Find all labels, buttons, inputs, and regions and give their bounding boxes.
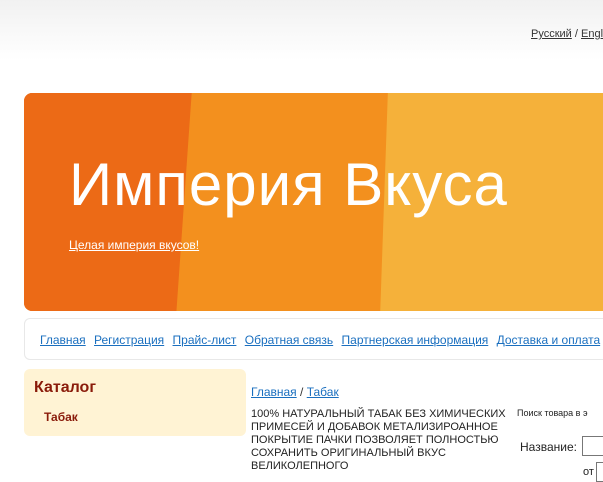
breadcrumb-separator: / <box>300 385 304 399</box>
nav-feedback[interactable]: Обратная связь <box>245 333 333 347</box>
search-from-input[interactable] <box>596 462 603 482</box>
product-description: 100% НАТУРАЛЬНЫЙ ТАБАК БЕЗ ХИМИЧЕСКИХ ПР… <box>251 408 506 472</box>
catalog-item-tobacco[interactable]: Табак <box>44 410 78 424</box>
breadcrumb: Главная / Табак <box>251 385 339 399</box>
lang-en-link[interactable]: Engli <box>581 28 603 40</box>
nav-price-list[interactable]: Прайс-лист <box>173 333 237 347</box>
search-name-input[interactable] <box>582 436 603 456</box>
site-title: Империя Вкуса <box>69 151 508 218</box>
search-from-label: от <box>583 466 594 478</box>
lang-ru-link[interactable]: Русский <box>531 28 572 40</box>
site-tagline-link[interactable]: Целая империя вкусов! <box>69 238 199 252</box>
main-nav: Главная Регистрация Прайс-лист Обратная … <box>24 318 603 360</box>
header-banner: Империя Вкуса Целая империя вкусов! <box>24 93 603 311</box>
language-switcher: Русский / Engli <box>531 28 603 40</box>
search-name-label: Название: <box>520 440 577 454</box>
catalog-panel: Каталог Табак <box>24 369 246 436</box>
search-title: Поиск товара в э <box>517 408 588 418</box>
lang-separator: / <box>574 28 578 40</box>
nav-home[interactable]: Главная <box>40 333 86 347</box>
breadcrumb-current[interactable]: Табак <box>307 385 339 399</box>
nav-partner-info[interactable]: Партнерская информация <box>342 333 489 347</box>
catalog-title: Каталог <box>34 379 96 396</box>
top-shade <box>0 0 603 60</box>
breadcrumb-home[interactable]: Главная <box>251 385 297 399</box>
nav-registration[interactable]: Регистрация <box>94 333 164 347</box>
nav-delivery-payment[interactable]: Доставка и оплата <box>497 333 601 347</box>
